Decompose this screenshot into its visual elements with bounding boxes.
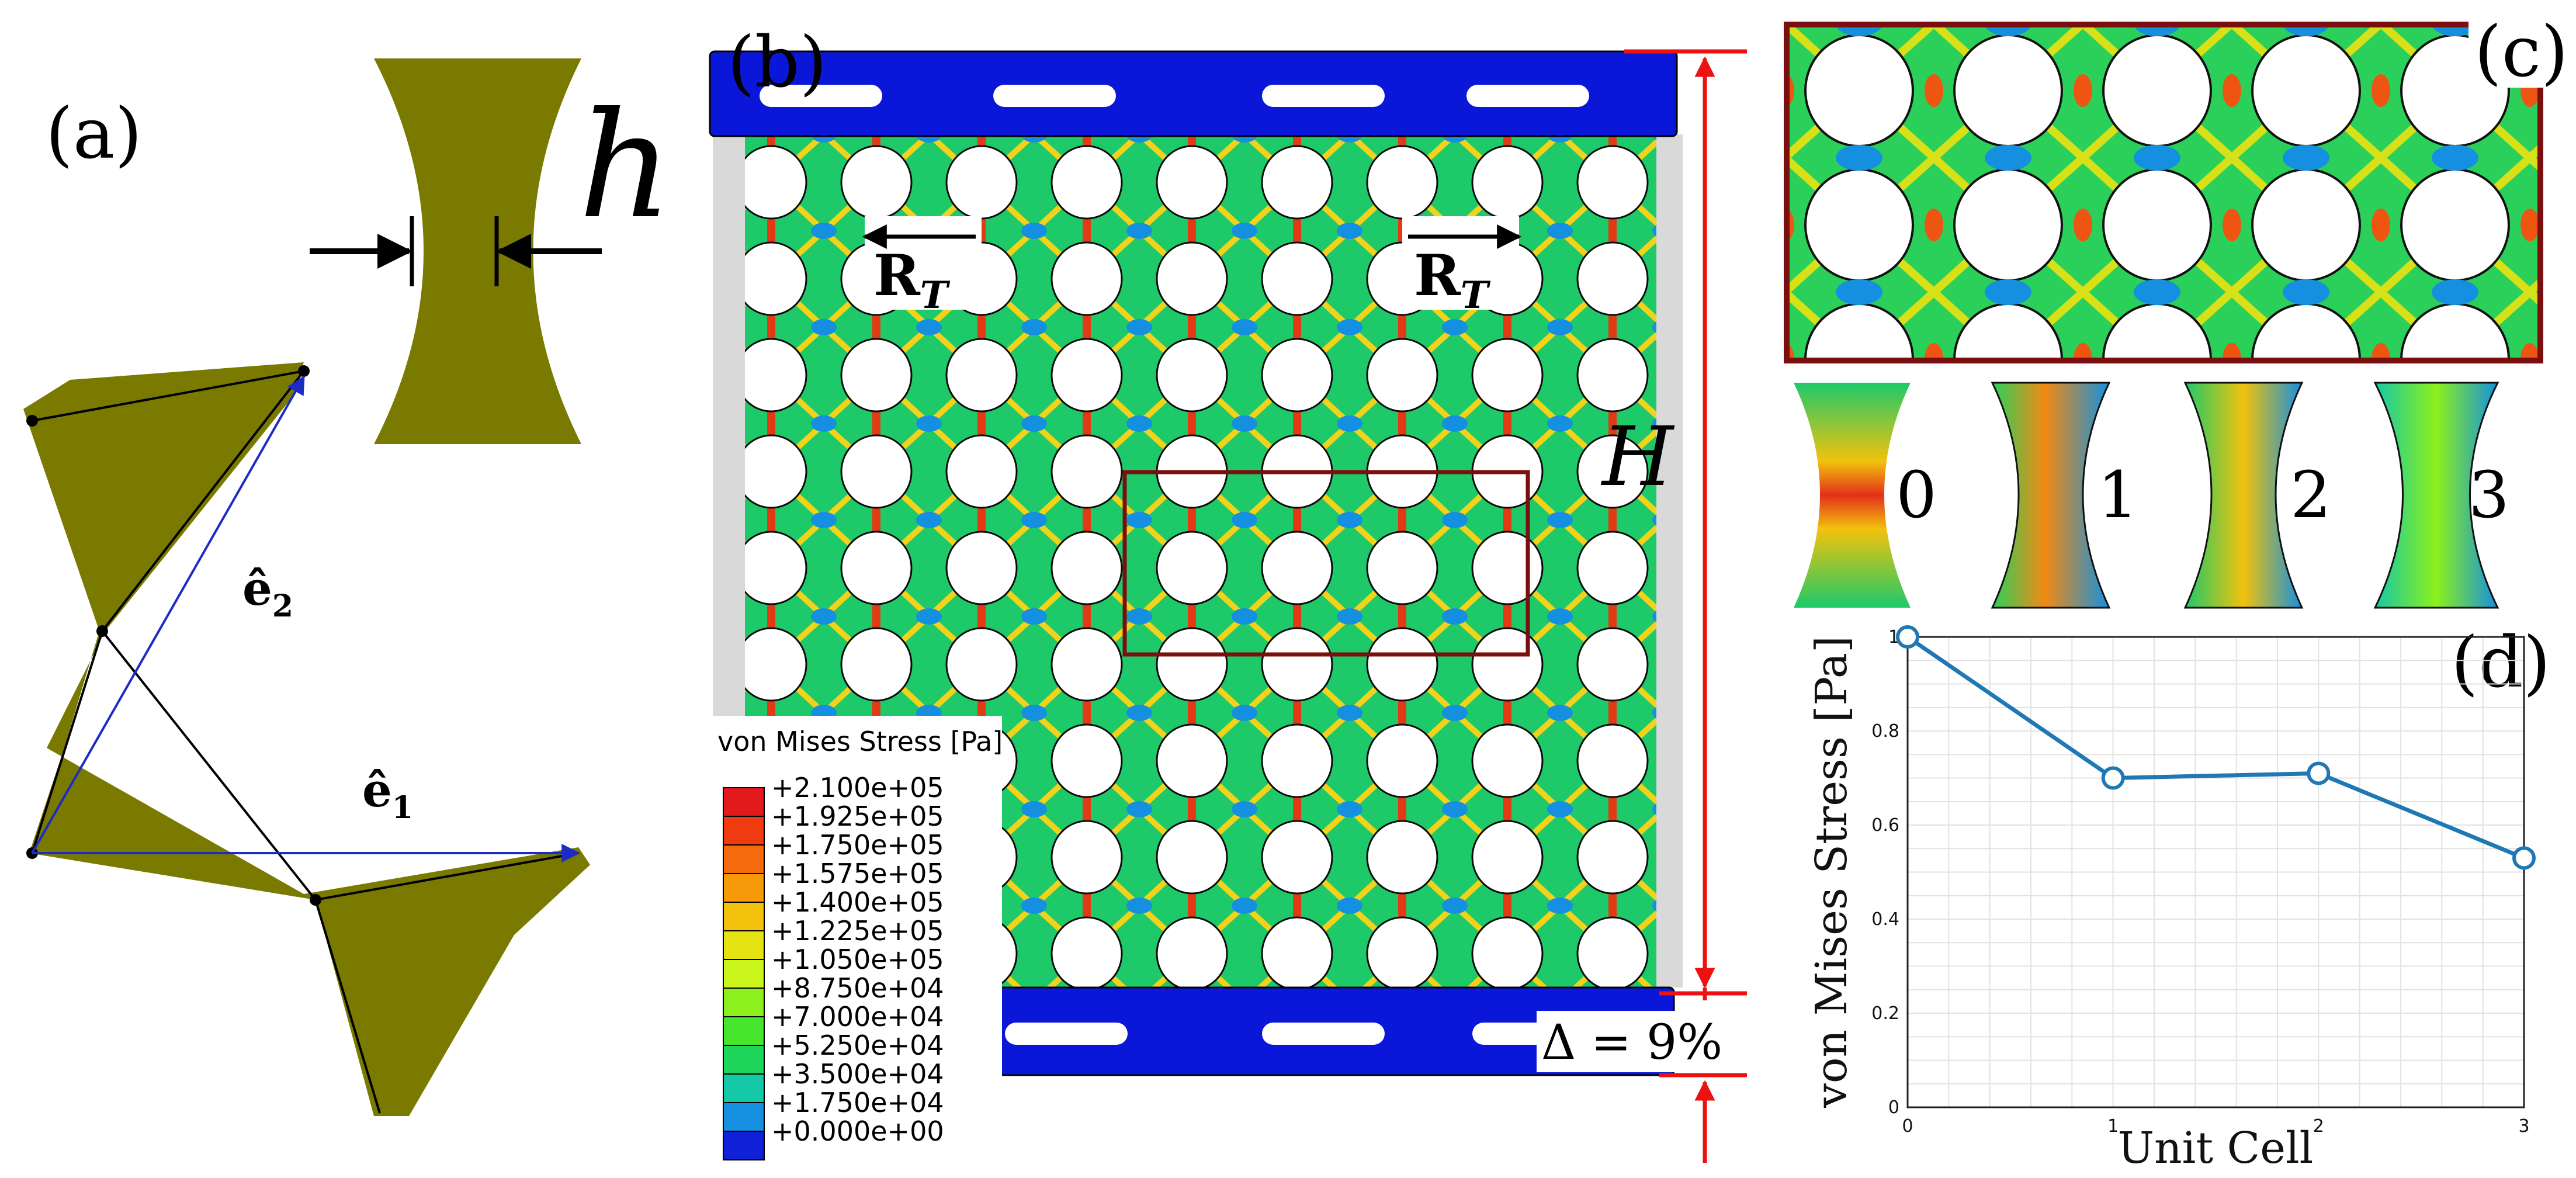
series-markers (1896, 625, 2536, 870)
top-platen (709, 50, 1678, 137)
x-tick-label: 0 (1902, 1116, 1913, 1137)
legend-swatch (723, 930, 765, 960)
strain-delta-label: Δ = 9% (1541, 1015, 1722, 1070)
legend-entries: +2.100e+05+1.925e+05+1.750e+05+1.575e+05… (723, 772, 944, 1160)
chart-grid (1907, 636, 2525, 1108)
legend-value: +1.575e+05 (771, 858, 944, 889)
e1-label: ê1 (362, 763, 413, 826)
panel-c-label: (c) (2474, 12, 2568, 93)
panel-d: (d) 0123 00.20.40.60.81 Unit Cell von Mi… (1807, 622, 2550, 1173)
legend-value: +7.000e+04 (771, 1001, 944, 1033)
y-tick-label: 0.8 (1871, 721, 1899, 742)
height-H-symbol: H (1600, 410, 1675, 505)
legend-value: +1.925e+05 (771, 801, 944, 832)
legend-value: +0.000e+00 (771, 1115, 944, 1147)
x-tick-label: 2 (2313, 1116, 2324, 1137)
legend-swatch (723, 844, 765, 874)
legend-swatch (723, 959, 765, 989)
legend-swatch (723, 1045, 765, 1075)
neck-cell-3: 3 (2373, 382, 2509, 609)
legend-swatch (723, 1073, 765, 1103)
x-axis-label: Unit Cell (2118, 1123, 2314, 1173)
legend-swatch (723, 1131, 765, 1160)
neck-cell-2: 2 (2183, 382, 2331, 609)
neck-cell-0: 0 (1794, 383, 1937, 608)
legend-swatch (723, 1102, 765, 1132)
neck-cell-1: 1 (1991, 382, 2138, 609)
legend-swatch (723, 988, 765, 1017)
data-point-marker (2307, 761, 2331, 785)
legend-swatch (723, 787, 765, 817)
cell-number-0: 0 (1896, 458, 1937, 532)
chart-y-ticks: 00.20.40.60.81 (1871, 627, 1899, 1118)
panel-a-label: (a) (46, 93, 142, 175)
cell-number-3: 3 (2468, 458, 2509, 532)
legend-value: +1.750e+05 (771, 829, 944, 861)
legend-value: +1.750e+04 (771, 1087, 944, 1118)
legend-value: +1.050e+05 (771, 944, 944, 975)
panel-a: (a) h ê2 ê1 (23, 58, 672, 1116)
data-point-marker (1896, 625, 1919, 649)
thickness-h-symbol: h (578, 81, 672, 251)
legend-value: +5.250e+04 (771, 1030, 944, 1061)
unit-cell-shape (23, 362, 590, 1116)
y-axis-label: von Mises Stress [Pa] (1807, 636, 1857, 1108)
panel-b-label: (b) (727, 22, 827, 103)
y-tick-label: 0.2 (1871, 1003, 1899, 1024)
legend-swatch (723, 816, 765, 846)
panel-c: (c) 0 1 2 3 (1784, 12, 2576, 609)
y-tick-label: 0 (1888, 1097, 1899, 1118)
cell-number-1: 1 (2097, 458, 2138, 532)
data-point-marker (2512, 846, 2536, 870)
data-point-marker (2101, 766, 2125, 790)
legend-value: +8.750e+04 (771, 972, 944, 1004)
zoomed-region (1784, 22, 2543, 363)
cell-number-2: 2 (2290, 458, 2331, 532)
legend-value: +1.225e+05 (771, 915, 944, 947)
x-tick-label: 3 (2518, 1116, 2529, 1137)
x-tick-label: 1 (2107, 1116, 2119, 1137)
y-tick-label: 0.6 (1871, 815, 1899, 836)
lattice-right-edge (1656, 134, 1683, 988)
e2-label: ê2 (242, 561, 293, 624)
panel-b: (b) RT RT von Mises Stress [Pa] +2.100e+… (704, 22, 1747, 1163)
y-tick-label: 0.4 (1871, 909, 1899, 930)
panel-d-label: (d) (2451, 622, 2550, 704)
legend-value: +1.400e+05 (771, 886, 944, 918)
legend-title: von Mises Stress [Pa] (717, 726, 1003, 757)
legend-value: +3.500e+04 (771, 1058, 944, 1090)
legend-swatch (723, 873, 765, 903)
legend-swatch (723, 902, 765, 931)
legend-value: +2.100e+05 (771, 772, 944, 803)
stress-legend: von Mises Stress [Pa] +2.100e+05+1.925e+… (704, 716, 1003, 1160)
legend-swatch (723, 1016, 765, 1046)
